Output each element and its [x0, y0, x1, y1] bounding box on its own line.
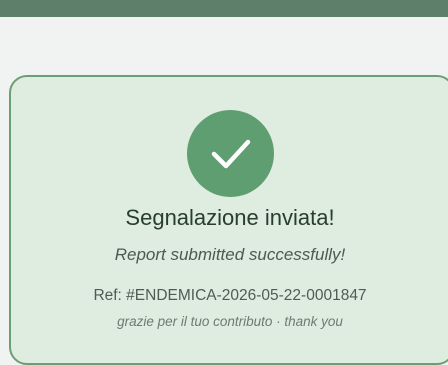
reference-number: Ref: #ENDEMICA-2026-05-22-0001847	[93, 287, 367, 304]
top-bar	[0, 0, 448, 17]
success-check-badge	[187, 110, 274, 197]
confirmation-subtitle: Report submitted successfully!	[114, 245, 346, 264]
confirmation-title: Segnalazione inviata!	[125, 205, 335, 230]
check-icon	[211, 139, 250, 168]
thank-you-note: grazie per il tuo contributo · thank you	[117, 314, 343, 329]
